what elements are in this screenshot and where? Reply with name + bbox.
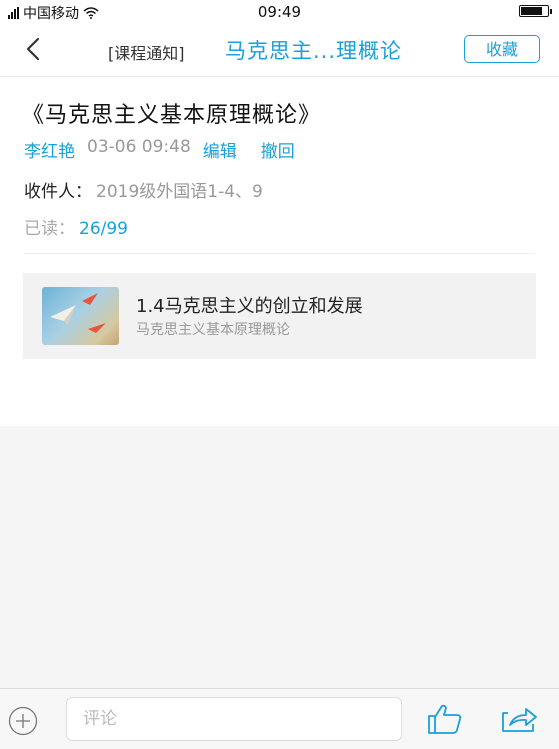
- thumbs-up-icon[interactable]: [426, 703, 464, 735]
- status-bar: 中国移动 09:49: [0, 0, 559, 24]
- battery-fill: [521, 7, 543, 15]
- status-time: 09:49: [257, 3, 302, 21]
- attachment-card[interactable]: 1.4马克思主义的创立和发展 马克思主义基本原理概论: [23, 273, 536, 359]
- battery-icon: [519, 5, 552, 17]
- page-title: 马克思主...理概论: [225, 39, 403, 63]
- notice-content: 《马克思主义基本原理概论》 李红艳 03-06 09:48 编辑 撤回 收件人：…: [0, 77, 559, 426]
- divider: [24, 253, 535, 254]
- recipients: 收件人： 2019级外国语1-4、9: [24, 177, 263, 202]
- attachment-subtitle: 马克思主义基本原理概论: [136, 322, 290, 338]
- attachment-title: 1.4马克思主义的创立和发展: [136, 296, 363, 317]
- notice-date: 03-06 09:48: [87, 137, 191, 157]
- plus-icon[interactable]: [8, 706, 38, 736]
- read-count: 已读： 26/99: [24, 214, 128, 239]
- screen: 中国移动 09:49 [课程通知] 马克思主...理概论 收藏 《马克思主义基本…: [0, 0, 559, 749]
- notice-meta: 李红艳 03-06 09:48 编辑 撤回: [24, 137, 295, 162]
- recipients-value: 2019级外国语1-4、9: [96, 182, 263, 202]
- paper-plane-image: [50, 293, 106, 333]
- attachment-thumbnail: [42, 287, 119, 345]
- back-arrow-icon[interactable]: [22, 36, 44, 62]
- read-value[interactable]: 26/99: [79, 219, 128, 239]
- author-name[interactable]: 李红艳: [24, 137, 75, 162]
- nav-bar: [课程通知] 马克思主...理概论 收藏: [0, 24, 559, 77]
- favorite-button[interactable]: 收藏: [464, 35, 540, 63]
- comment-input[interactable]: 评论: [66, 697, 402, 741]
- nav-tag: [课程通知]: [108, 44, 185, 63]
- share-icon[interactable]: [500, 705, 538, 733]
- edit-link[interactable]: 编辑: [203, 137, 237, 162]
- notice-title: 《马克思主义基本原理概论》: [22, 103, 322, 128]
- recall-link[interactable]: 撤回: [261, 137, 295, 162]
- read-label: 已读：: [24, 219, 75, 239]
- bottom-bar: 评论: [0, 688, 559, 749]
- recipients-label: 收件人：: [24, 182, 92, 202]
